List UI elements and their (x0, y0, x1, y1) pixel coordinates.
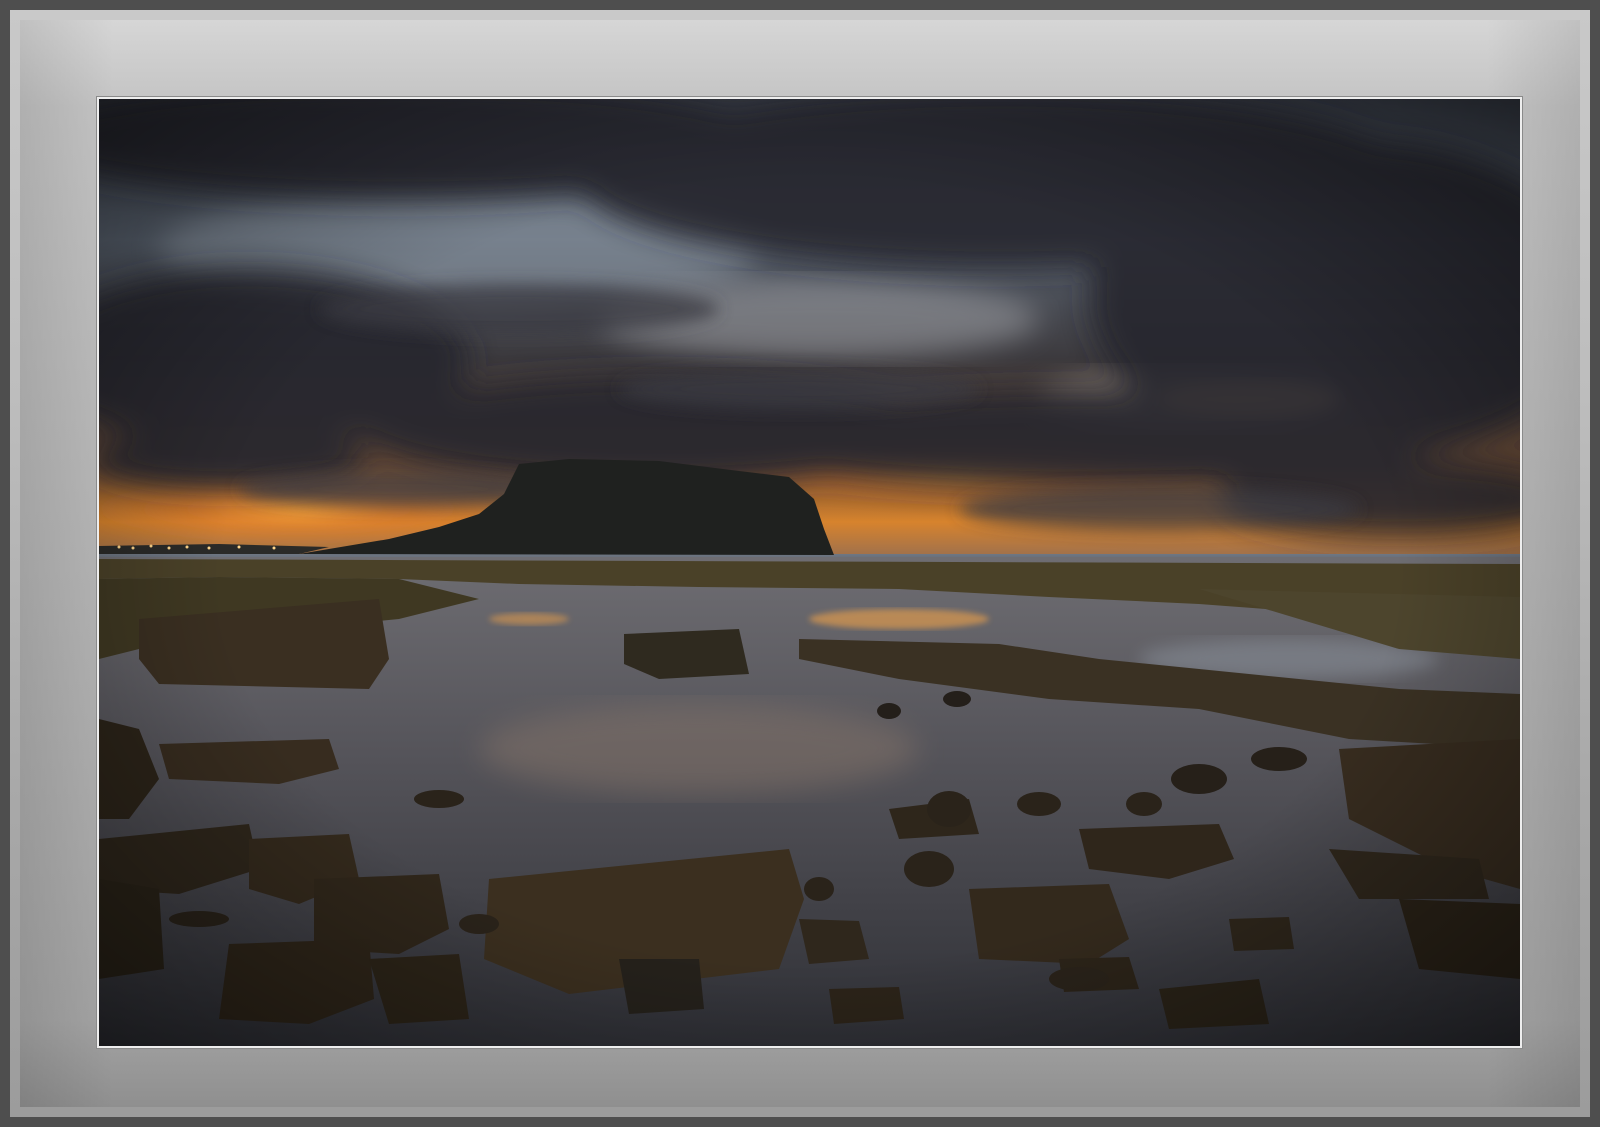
photo (97, 97, 1522, 1048)
landscape-photo (99, 99, 1520, 1046)
vignette (99, 99, 1520, 1046)
outer-frame (0, 0, 1600, 1127)
